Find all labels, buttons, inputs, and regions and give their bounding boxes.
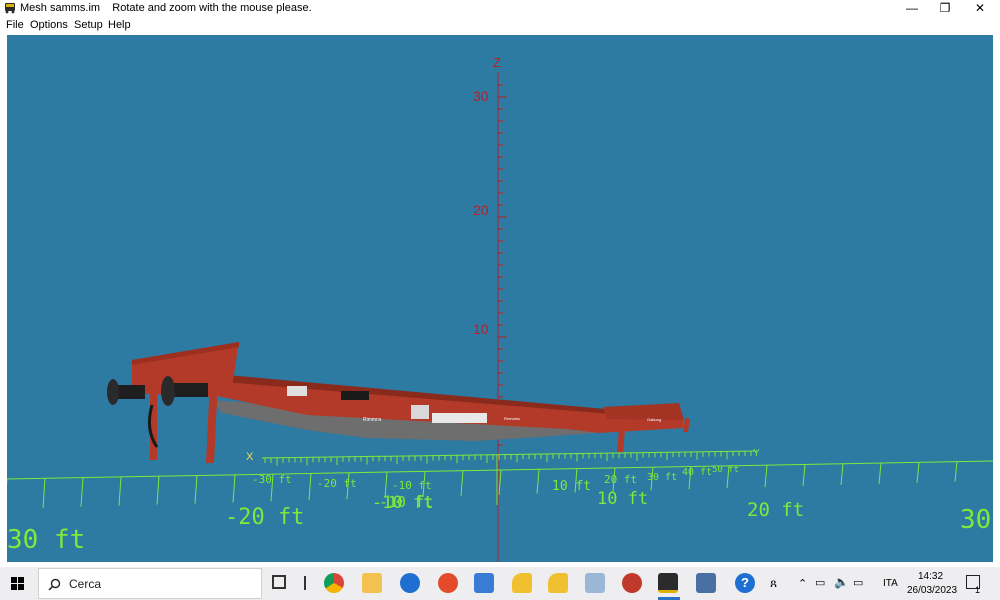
minimize-button[interactable]: — [895, 0, 929, 17]
grid-label: -30 ft [252, 473, 292, 486]
grid-tick [954, 461, 958, 482]
app-icon[interactable] [512, 573, 532, 593]
app-icon[interactable] [474, 573, 494, 593]
menu-help[interactable]: Help [108, 19, 131, 31]
y-axis-label: Y [753, 448, 760, 459]
menu-setup[interactable]: Setup [74, 19, 103, 31]
grid-label: 10 ft [552, 479, 591, 494]
marking-panel [432, 413, 487, 423]
notification-count: 1 [975, 585, 981, 595]
menu-file[interactable]: File [6, 19, 24, 31]
grid-tick [916, 462, 920, 483]
app-icon[interactable] [696, 573, 716, 593]
chrome-icon[interactable] [324, 573, 344, 593]
z-tick-label-20: 20 [473, 202, 489, 218]
train-app-icon[interactable] [658, 573, 678, 593]
task-view-icon[interactable] [272, 575, 286, 589]
menu-options[interactable]: Options [30, 19, 68, 31]
grid-tick [42, 478, 46, 508]
marking-panel [411, 405, 429, 419]
window-hint: Rotate and zoom with the mouse please. [112, 2, 312, 14]
grid-tick [460, 470, 464, 496]
restore-button[interactable]: ❐ [928, 0, 962, 17]
grid-label: 40 ft [682, 467, 712, 478]
grid-label: 30 [960, 505, 991, 535]
search-icon [48, 578, 61, 591]
title-bar: Mesh samms.im Rotate and zoom with the m… [0, 0, 1000, 17]
marking-panel [341, 391, 369, 400]
windows-start-icon[interactable] [11, 577, 25, 591]
grid-label: -10 ft [372, 493, 433, 513]
grid-tick [308, 473, 312, 501]
grid-tick [118, 476, 122, 506]
window-title: Mesh samms.im Rotate and zoom with the m… [20, 2, 312, 14]
mesh-viewport[interactable]: Z 30 20 10 X Y -30 ft -20 ft -10 ft 20 f… [7, 35, 993, 562]
grid-tick [156, 476, 160, 505]
x-axis-label: X [246, 451, 254, 463]
app-icon[interactable] [622, 573, 642, 593]
grid-tick [802, 464, 806, 487]
scene-canvas[interactable]: Z 30 20 10 X Y -30 ft -20 ft -10 ft 20 f… [7, 35, 993, 562]
grid-tick [764, 465, 768, 488]
grid-tick [80, 477, 84, 507]
app-icon[interactable] [548, 573, 568, 593]
help-icon[interactable]: ? [735, 573, 755, 593]
grid-tick [194, 475, 198, 504]
grid-label: 30 ft [7, 525, 85, 555]
grid-label: -10 ft [392, 479, 432, 492]
battery-icon[interactable]: ▭ [853, 576, 863, 589]
wagon-right-end [603, 403, 684, 420]
app-icon[interactable] [438, 573, 458, 593]
search-box[interactable]: Cerca [38, 568, 262, 599]
grid-labels-front: 30 ft -20 ft -10 ft 10 ft 20 ft 30 [7, 489, 991, 555]
grid-label: 20 ft [747, 499, 804, 521]
grid-label: -20 ft [317, 477, 357, 490]
grid-ticks-back [264, 451, 752, 466]
grid-tick [536, 469, 540, 494]
speaker-icon[interactable]: 🔈 [834, 575, 849, 589]
wagon-leg [617, 430, 625, 452]
wagon-marking: Gattung [647, 417, 661, 422]
clock-time[interactable]: 14:32 [918, 571, 943, 582]
search-placeholder: Cerca [69, 577, 102, 591]
z-tick-label-10: 10 [473, 321, 489, 337]
grid-label: 10 ft [597, 489, 648, 509]
wagon-leg [683, 418, 690, 432]
menu-bar: File Options Setup Help [0, 17, 1000, 34]
grid-tick [498, 469, 502, 495]
z-axis-ticks [498, 84, 507, 446]
chevron-up-icon[interactable]: ⌃ [798, 577, 807, 590]
network-icon[interactable]: ▭ [815, 576, 825, 589]
grid-label: -20 ft [225, 505, 304, 530]
wagon-marking: Remarks [504, 416, 520, 421]
grid-tick [232, 474, 236, 503]
grid-label: 30 ft [647, 472, 677, 483]
taskbar: Cerca ? ጸ ⌃ ▭ 🔈 ▭ ITA 14:32 26/03/2023 1 [0, 567, 1000, 600]
grid-label: 20 ft [604, 473, 637, 486]
file-explorer-icon[interactable] [362, 573, 382, 593]
z-tick-label-30: 30 [473, 88, 489, 104]
widgets-icon[interactable] [304, 576, 306, 590]
grid-labels-back: -30 ft -20 ft -10 ft 20 ft 30 ft 40 ft 5… [252, 465, 739, 492]
grid-tick [878, 462, 882, 484]
z-axis-label: Z [493, 55, 501, 70]
wagon-marking: Rimmns [363, 417, 382, 423]
app-icon[interactable] [585, 573, 605, 593]
clock-date[interactable]: 26/03/2023 [907, 585, 957, 596]
marking-panel [287, 386, 307, 396]
grid-tick [840, 463, 844, 485]
language-indicator[interactable]: ITA [883, 578, 898, 589]
app-train-icon [5, 3, 15, 14]
app-icon[interactable] [400, 573, 420, 593]
wagon-mesh: Rimmns Remarks Gattung [107, 342, 690, 463]
people-icon[interactable]: ጸ [770, 576, 777, 591]
grid-label: 50 ft [712, 465, 739, 475]
grid-ticks-front [7, 461, 958, 508]
close-button[interactable]: ✕ [963, 0, 997, 17]
